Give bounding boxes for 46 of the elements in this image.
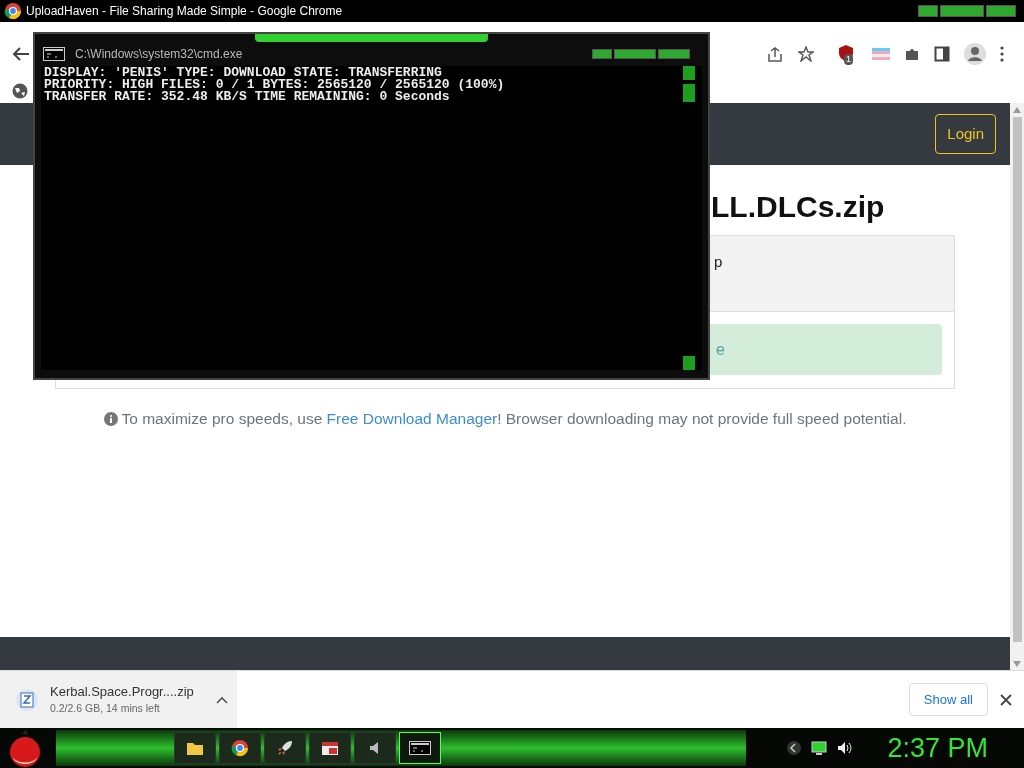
card-text: p — [714, 253, 723, 270]
monitor-icon[interactable] — [811, 741, 828, 755]
scroll-thumb[interactable] — [1012, 117, 1022, 642]
cmd-title: C:\Windows\system32\cmd.exe — [75, 46, 243, 63]
window-title: UploadHaven - File Sharing Made Simple - Google Chrome — [26, 3, 343, 20]
taskbar-app[interactable] — [264, 732, 306, 764]
browser-icon — [4, 2, 22, 20]
globe-icon[interactable] — [12, 82, 28, 99]
download-status: 0.2/2.6 GB, 14 mins left — [50, 701, 161, 717]
download-filename: Kerbal.Space.Progr....zip — [50, 682, 194, 701]
scrollbar[interactable] — [1010, 103, 1024, 670]
console-scroll-thumb[interactable] — [683, 84, 695, 102]
close-icon[interactable] — [1000, 693, 1012, 706]
chevron-up-icon[interactable] — [215, 695, 228, 704]
terminal-icon — [43, 47, 65, 61]
show-all-button[interactable]: Show all — [908, 682, 988, 717]
console-line: DISPLAY: 'PENIS' TYPE: DOWNLOAD STATE: TRANSFERRING — [44, 67, 442, 79]
browser-icon — [231, 739, 249, 757]
file-title: LL.DLCs.zip — [711, 189, 886, 225]
star-icon[interactable] — [798, 46, 814, 62]
volume-icon[interactable] — [837, 741, 854, 755]
taskbar-app[interactable] — [219, 732, 261, 764]
taskbar-app[interactable] — [309, 732, 351, 764]
alert-text: e — [716, 339, 725, 360]
console-scrollbar[interactable] — [682, 66, 696, 370]
clock: 2:37 PM — [887, 734, 988, 762]
terminal-icon — [409, 741, 431, 755]
archive-file-icon — [16, 688, 38, 711]
back-arrow-icon[interactable] — [12, 46, 30, 62]
back-icon[interactable] — [787, 741, 802, 755]
rocket-icon — [276, 739, 294, 757]
info-text: To maximize pro speeds, use Free Download Manager! Browser downloading may not provide full speed potential. — [121, 409, 907, 429]
share-icon[interactable] — [766, 46, 784, 62]
side-panel-icon[interactable] — [934, 46, 950, 62]
info-icon — [103, 411, 118, 426]
console-line: TRANSFER RATE: 352.48 KB/S TIME REMAINING: 0 Seconds — [44, 91, 451, 103]
profile-icon[interactable] — [964, 43, 986, 65]
login-button[interactable]: Login — [935, 113, 996, 155]
menu-icon[interactable] — [1000, 46, 1004, 62]
calendar-icon — [321, 740, 339, 756]
taskbar-app[interactable] — [354, 732, 396, 764]
taskbar-app[interactable] — [174, 732, 216, 764]
extension-badge: 1 — [844, 54, 853, 65]
console-line: PRIORITY: HIGH FILES: 0 / 1 BYTES: 2565120 / 2565120 (100%) — [44, 79, 506, 91]
folder-icon — [186, 740, 204, 756]
download-item[interactable]: Kerbal.Space.Progr....zip 0.2/2.6 GB, 14 mins left — [0, 671, 237, 728]
